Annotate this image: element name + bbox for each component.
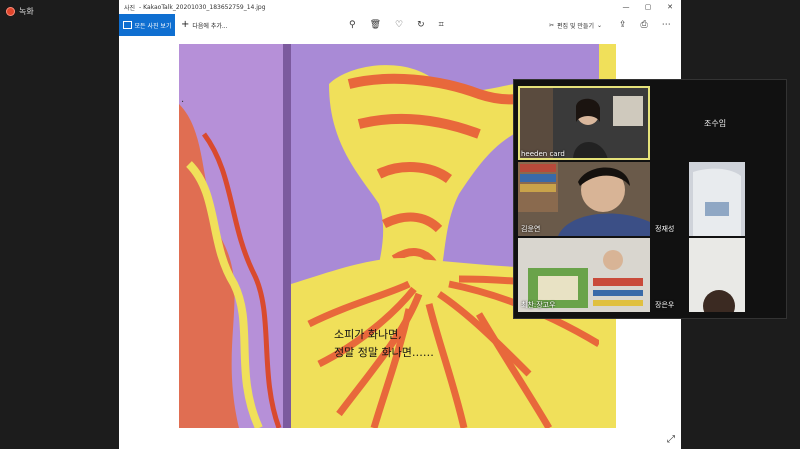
record-icon bbox=[6, 7, 15, 16]
window-title: - KakaoTalk_20201030_183652759_14.jpg bbox=[139, 3, 266, 11]
book-text-line-1: 소피가 화나면, bbox=[334, 328, 402, 341]
window-controls: — ▢ ✕ bbox=[615, 3, 681, 11]
participant-video bbox=[689, 238, 745, 312]
chevron-down-icon: ⌄ bbox=[596, 21, 602, 29]
participant-name: 조수임 bbox=[704, 119, 727, 128]
expand-icon[interactable]: ⤢ bbox=[667, 434, 675, 445]
photo-toolbar: 모든 사진 보기 + 다음에 추가... ⚲ 🗑 ♡ ↻ ⌗ ✂ 편집 및 만들… bbox=[119, 14, 681, 36]
video-tile-name-only[interactable]: 조수임 bbox=[654, 86, 786, 160]
minimize-button[interactable]: — bbox=[615, 3, 637, 11]
book-text-line-2: 정말 정말 화나면…… bbox=[334, 346, 434, 359]
recording-indicator[interactable]: 녹화 bbox=[6, 6, 34, 17]
video-tile[interactable]: 장은우 bbox=[654, 238, 786, 312]
participant-video bbox=[689, 162, 745, 236]
rotate-icon[interactable]: ↻ bbox=[417, 20, 425, 30]
participant-name: 장은우 bbox=[655, 301, 675, 309]
photos-icon bbox=[122, 21, 132, 29]
see-all-photos-label: 모든 사진 보기 bbox=[134, 22, 172, 30]
favorite-icon[interactable]: ♡ bbox=[395, 20, 403, 30]
crop-icon[interactable]: ⌗ bbox=[439, 20, 444, 30]
video-call-panel: heeden card ✕ 조수임 김윤연 정재성 bbox=[514, 80, 786, 318]
edit-create-button[interactable]: ✂ 편집 및 만들기 ⌄ bbox=[549, 14, 602, 36]
more-icon[interactable]: ⋯ bbox=[662, 20, 671, 30]
edit-create-label: 편집 및 만들기 bbox=[557, 22, 594, 30]
participant-name: 정재성 bbox=[655, 225, 675, 233]
delete-icon[interactable]: 🗑 bbox=[370, 20, 381, 30]
video-tile[interactable]: 김윤연 bbox=[518, 162, 650, 236]
add-to-button[interactable]: + 다음에 추가... bbox=[181, 20, 228, 30]
add-to-label: 다음에 추가... bbox=[192, 22, 228, 30]
video-tile-host[interactable]: heeden card bbox=[518, 86, 650, 160]
print-icon[interactable]: ⎙ bbox=[641, 20, 648, 30]
see-all-photos-button[interactable]: 모든 사진 보기 bbox=[119, 14, 175, 36]
share-icon[interactable]: ⇪ bbox=[619, 20, 627, 30]
photo-tools: ⚲ 🗑 ♡ ↻ ⌗ bbox=[349, 14, 444, 36]
toolbar-right: ⇪ ⎙ ⋯ bbox=[619, 14, 671, 36]
participant-name: 김윤연 bbox=[521, 225, 541, 233]
recording-label: 녹화 bbox=[19, 7, 34, 16]
participant-video bbox=[518, 86, 650, 160]
page-marker: . bbox=[181, 94, 185, 105]
edit-icon: ✂ bbox=[549, 21, 555, 29]
book-text: 소피가 화나면, 정말 정말 화나면…… bbox=[334, 326, 434, 362]
app-name: 사진 bbox=[124, 4, 136, 12]
plus-icon: + bbox=[181, 19, 190, 30]
close-button[interactable]: ✕ bbox=[659, 3, 681, 11]
participant-name: heeden card bbox=[521, 150, 565, 158]
video-tile[interactable]: 최찬:장고우 bbox=[518, 238, 650, 312]
title-bar: 사진 - KakaoTalk_20201030_183652759_14.jpg… bbox=[119, 0, 681, 14]
video-tile[interactable]: 정재성 bbox=[654, 162, 786, 236]
participant-name: 최찬:장고우 bbox=[521, 301, 556, 309]
zoom-icon[interactable]: ⚲ bbox=[349, 20, 356, 30]
maximize-button[interactable]: ▢ bbox=[637, 3, 659, 11]
